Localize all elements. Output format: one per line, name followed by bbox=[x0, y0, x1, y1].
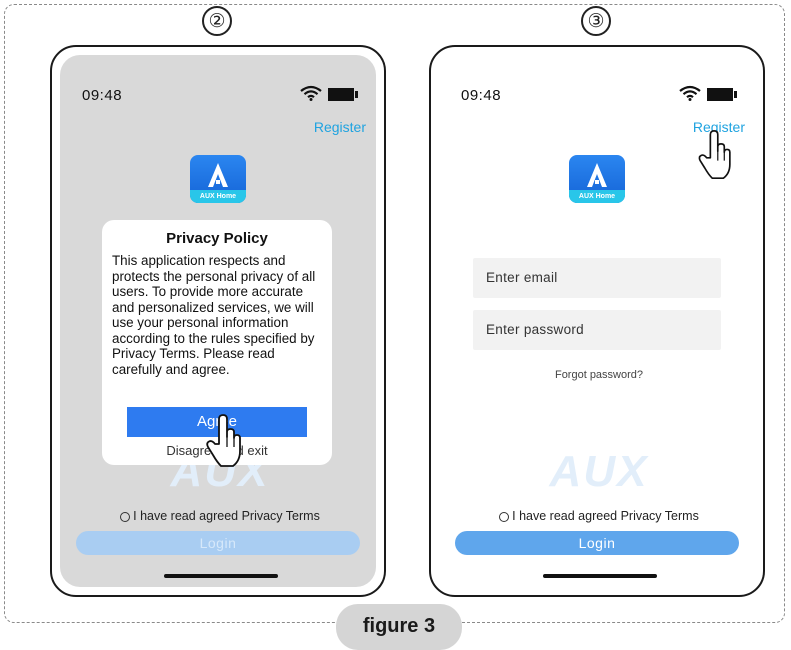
phone-2-screen: 09:48 Register AUX Home AUX Privacy Poli… bbox=[60, 55, 376, 587]
privacy-terms-label: I have read agreed Privacy Terms bbox=[133, 509, 320, 523]
tap-hand-icon bbox=[698, 130, 731, 180]
home-indicator bbox=[164, 574, 278, 578]
aux-logo-mark-icon bbox=[587, 163, 607, 187]
status-time: 09:48 bbox=[82, 87, 123, 104]
aux-watermark: AUX bbox=[549, 447, 649, 496]
radio-circle-icon[interactable] bbox=[499, 512, 510, 522]
privacy-terms-checkbox[interactable]: I have read agreed Privacy Terms bbox=[439, 509, 755, 523]
phone-3: 09:48 Register AUX Home Enter email Ente… bbox=[429, 45, 765, 597]
app-logo-label: AUX Home bbox=[190, 190, 246, 203]
home-indicator bbox=[543, 574, 657, 578]
privacy-terms-checkbox[interactable]: I have read agreed Privacy Terms bbox=[60, 509, 376, 523]
app-logo-icon: AUX Home bbox=[190, 155, 246, 203]
status-time: 09:48 bbox=[461, 87, 502, 104]
email-input[interactable]: Enter email bbox=[473, 258, 721, 298]
wifi-icon bbox=[300, 85, 322, 101]
battery-icon bbox=[328, 88, 358, 101]
wifi-icon bbox=[679, 85, 701, 101]
login-button[interactable]: Login bbox=[455, 531, 739, 555]
password-input[interactable]: Enter password bbox=[473, 310, 721, 350]
privacy-terms-label: I have read agreed Privacy Terms bbox=[512, 509, 699, 523]
login-button-disabled[interactable]: Login bbox=[76, 531, 360, 555]
forgot-password-link[interactable]: Forgot password? bbox=[439, 369, 755, 381]
battery-icon bbox=[707, 88, 737, 101]
app-logo-label: AUX Home bbox=[569, 190, 625, 203]
dialog-body-text: This application respects and protects t… bbox=[112, 253, 316, 377]
aux-logo-mark-icon bbox=[208, 163, 228, 187]
step-number-3: ③ bbox=[581, 6, 611, 36]
tap-hand-icon bbox=[206, 414, 241, 467]
radio-circle-icon[interactable] bbox=[120, 512, 131, 522]
figure-caption: figure 3 bbox=[336, 604, 462, 650]
step-number-2: ② bbox=[202, 6, 232, 36]
dialog-title: Privacy Policy bbox=[166, 230, 268, 247]
phone-3-screen: 09:48 Register AUX Home Enter email Ente… bbox=[439, 55, 755, 587]
app-logo-icon: AUX Home bbox=[569, 155, 625, 203]
register-link[interactable]: Register bbox=[314, 119, 366, 135]
phone-2: 09:48 Register AUX Home AUX Privacy Poli… bbox=[50, 45, 386, 597]
